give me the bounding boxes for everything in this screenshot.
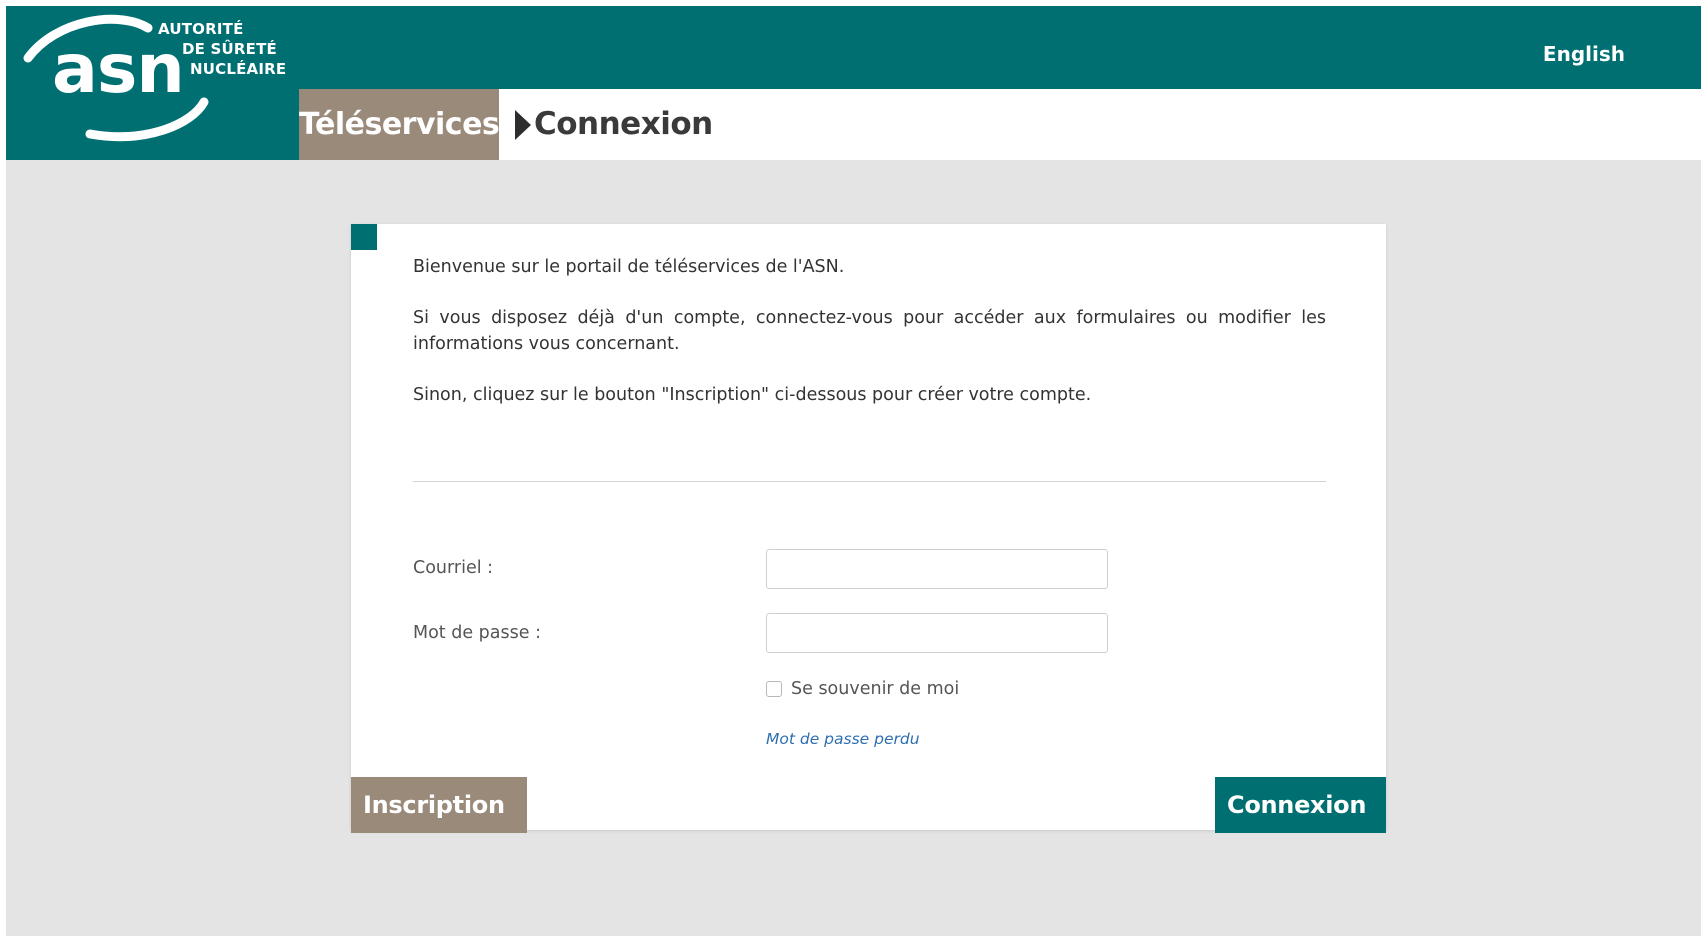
- page: asn AUTORITÉ DE SÛRETÉ NUCLÉAIRE English…: [6, 6, 1701, 936]
- breadcrumb-section[interactable]: Téléservices: [299, 89, 500, 160]
- divider: [413, 481, 1326, 482]
- remember-me-checkbox[interactable]: [766, 681, 782, 697]
- logo-line-2: DE SÛRETÉ: [182, 40, 277, 58]
- login-button[interactable]: Connexion: [1215, 777, 1386, 833]
- breadcrumb: Téléservices Connexion: [299, 89, 1701, 160]
- language-switch-link[interactable]: English: [1543, 42, 1625, 66]
- email-field[interactable]: [766, 549, 1108, 589]
- card-corner-accent: [351, 224, 377, 250]
- lost-password-link[interactable]: Mot de passe perdu: [766, 730, 920, 748]
- asn-logo[interactable]: asn AUTORITÉ DE SÛRETÉ NUCLÉAIRE: [6, 6, 299, 160]
- login-card: Bienvenue sur le portail de téléservices…: [351, 224, 1386, 833]
- remember-me-label[interactable]: Se souvenir de moi: [791, 679, 959, 699]
- email-label: Courriel :: [413, 558, 494, 578]
- triangle-right-icon: [515, 110, 531, 140]
- welcome-text: Bienvenue sur le portail de téléservices…: [413, 257, 845, 277]
- logo-mark: asn: [52, 30, 185, 109]
- existing-account-text: Si vous disposez déjà d'un compte, conne…: [413, 308, 1326, 354]
- no-account-text: Sinon, cliquez sur le bouton "Inscriptio…: [413, 385, 1092, 405]
- register-button[interactable]: Inscription: [351, 777, 527, 833]
- remember-me-option[interactable]: Se souvenir de moi: [766, 678, 959, 700]
- logo-line-3: NUCLÉAIRE: [190, 60, 287, 78]
- password-label: Mot de passe :: [413, 623, 541, 643]
- intro-text: Bienvenue sur le portail de téléservices…: [413, 254, 1326, 408]
- password-field[interactable]: [766, 613, 1108, 653]
- page-title: Connexion: [534, 106, 713, 142]
- logo-line-1: AUTORITÉ: [158, 20, 244, 38]
